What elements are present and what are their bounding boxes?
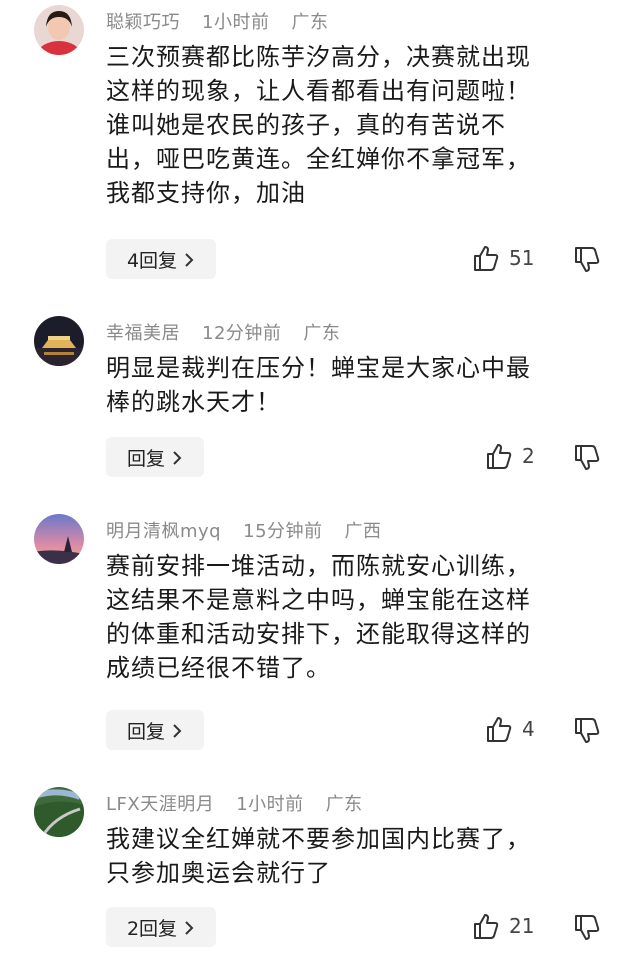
reply-label: 回复 <box>126 720 165 743</box>
location: 广东 <box>291 12 329 33</box>
comment-text: 三次预赛都比陈芋汐高分，决赛就出现 这样的现象，让人看都看出有问题啦！ 谁叫她是… <box>106 43 531 207</box>
chevron-right-icon <box>183 919 195 935</box>
reply-button[interactable]: 4回复 <box>106 239 216 279</box>
reply-button[interactable]: 2回复 <box>106 907 216 947</box>
avatar[interactable] <box>34 5 84 55</box>
timestamp: 1小时前 <box>236 794 304 815</box>
location: 广西 <box>344 521 382 542</box>
like-count: 2 <box>522 444 535 468</box>
reply-label: 回复 <box>126 447 165 470</box>
chevron-right-icon <box>183 251 195 267</box>
username[interactable]: 聪颖巧巧 <box>106 12 180 33</box>
thumbs-down-icon[interactable] <box>574 717 600 745</box>
reply-label: 4回复 <box>126 249 178 272</box>
like-button[interactable]: 2 <box>486 442 535 470</box>
thumbs-up-icon <box>486 442 512 470</box>
reply-button[interactable]: 回复 <box>106 437 204 477</box>
reply-label: 2回复 <box>126 917 178 940</box>
chevron-right-icon <box>171 449 183 465</box>
comment-meta: 明月清枫myq 15分钟前 广西 <box>106 517 404 543</box>
comment-text: 赛前安排一堆活动，而陈就安心训练， 这结果不是意料之中吗，蝉宝能在这样 的体重和… <box>106 552 531 682</box>
username[interactable]: LFX天涯明月 <box>106 794 214 815</box>
username[interactable]: 幸福美居 <box>106 323 180 344</box>
comment-meta: 聪颖巧巧 1小时前 广东 <box>106 8 350 34</box>
thumbs-down-icon[interactable] <box>574 914 600 942</box>
like-button[interactable]: 21 <box>473 912 534 940</box>
like-button[interactable]: 4 <box>486 715 535 743</box>
like-count: 4 <box>522 717 535 741</box>
location: 广东 <box>325 794 363 815</box>
reply-button[interactable]: 回复 <box>106 710 204 750</box>
comment-meta: 幸福美居 12分钟前 广东 <box>106 319 362 345</box>
location: 广东 <box>303 323 341 344</box>
thumbs-up-icon <box>473 244 499 272</box>
timestamp: 1小时前 <box>202 12 270 33</box>
comment-meta: LFX天涯明月 1小时前 广东 <box>106 790 385 816</box>
thumbs-up-icon <box>486 715 512 743</box>
like-count: 21 <box>509 914 535 938</box>
thumbs-down-icon[interactable] <box>574 444 600 472</box>
thumbs-down-icon[interactable] <box>574 246 600 274</box>
chevron-right-icon <box>171 722 183 738</box>
avatar[interactable] <box>34 514 84 564</box>
comment-text: 我建议全红婵就不要参加国内比赛了， 只参加奥运会就行了 <box>106 825 531 887</box>
timestamp: 12分钟前 <box>202 323 282 344</box>
avatar[interactable] <box>34 316 84 366</box>
like-button[interactable]: 51 <box>473 244 534 272</box>
timestamp: 15分钟前 <box>243 521 323 542</box>
thumbs-up-icon <box>473 912 499 940</box>
username[interactable]: 明月清枫myq <box>106 521 221 542</box>
avatar[interactable] <box>34 787 84 837</box>
like-count: 51 <box>509 246 535 270</box>
comment-text: 明显是裁判在压分！蝉宝是大家心中最 棒的跳水天才！ <box>106 354 531 416</box>
